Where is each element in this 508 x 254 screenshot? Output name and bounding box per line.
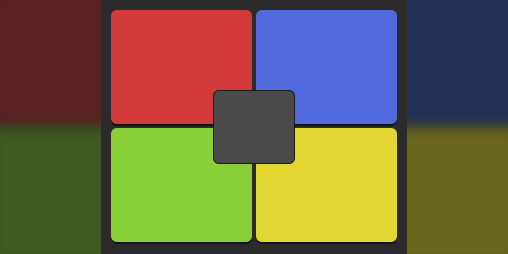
game-board <box>101 0 407 254</box>
game-stage <box>0 0 508 254</box>
center-start-button[interactable] <box>213 90 295 164</box>
